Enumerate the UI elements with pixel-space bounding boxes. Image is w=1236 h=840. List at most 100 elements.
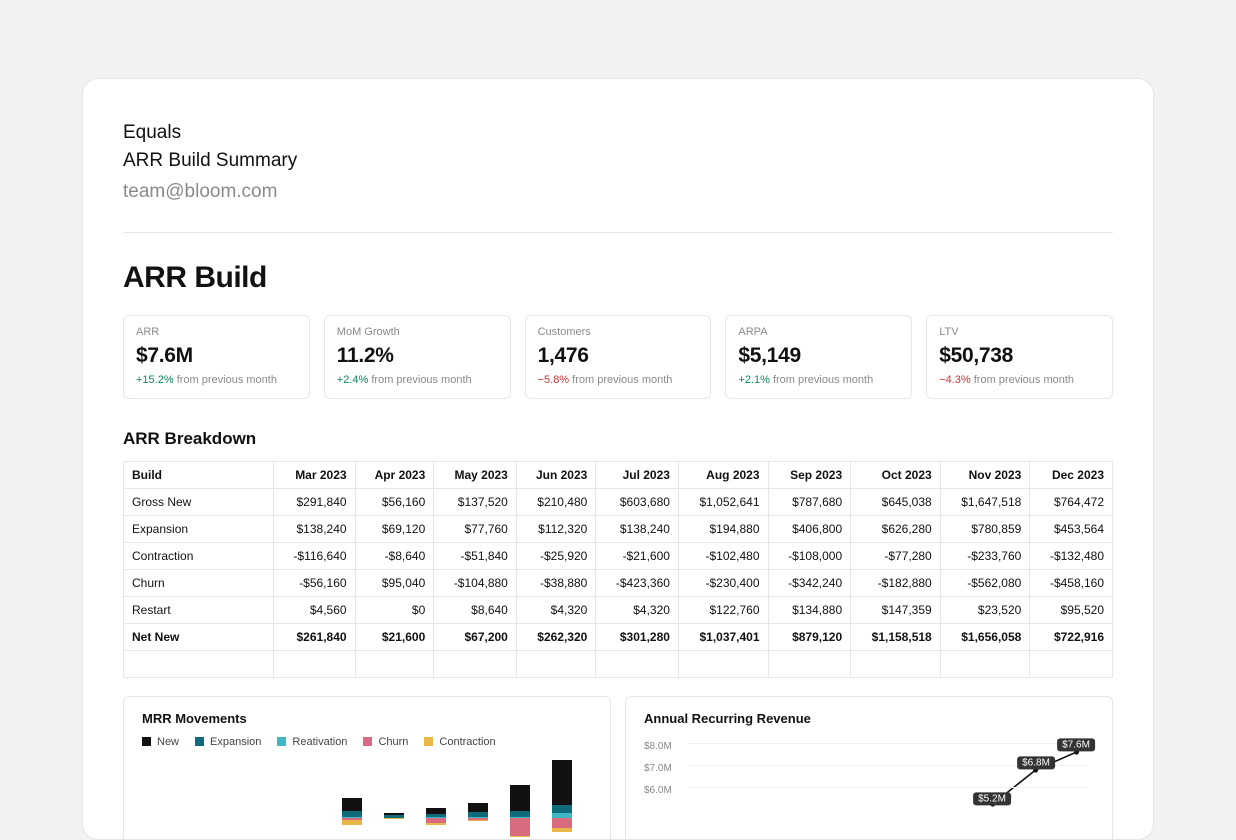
metric-card: LTV$50,738−4.3% from previous month: [926, 315, 1113, 399]
table-cell: $122,760: [678, 596, 768, 623]
metric-value: $5,149: [738, 344, 899, 368]
arr-line-svg: [688, 736, 1088, 826]
mrr-bar-column-neg: [510, 818, 530, 837]
table-cell: [124, 650, 274, 677]
metric-value: 11.2%: [337, 344, 498, 368]
table-cell: $780,859: [940, 515, 1030, 542]
mrr-segment: [342, 798, 362, 811]
mrr-segment: [552, 828, 572, 832]
table-header-cell: Aug 2023: [678, 461, 768, 488]
mrr-bar-column: [426, 808, 446, 818]
table-cell: [596, 650, 679, 677]
table-cell: $879,120: [768, 623, 851, 650]
table-cell: $138,240: [596, 515, 679, 542]
mrr-bar-column: [552, 760, 572, 818]
report-email: team@bloom.com: [123, 178, 1113, 206]
arr-tick: $6.0M: [644, 780, 672, 802]
legend-item-contraction: Contraction: [424, 736, 495, 748]
table-cell: -$230,400: [678, 569, 768, 596]
table-cell: $69,120: [355, 515, 434, 542]
legend-label: Churn: [378, 736, 408, 748]
table-cell: $147,359: [851, 596, 941, 623]
table-cell: $138,240: [274, 515, 356, 542]
table-cell: -$233,760: [940, 542, 1030, 569]
breakdown-title: ARR Breakdown: [123, 429, 1113, 449]
divider: [123, 232, 1113, 233]
table-cell: $1,647,518: [940, 488, 1030, 515]
table-cell: $1,037,401: [678, 623, 768, 650]
legend-item-churn: Churn: [363, 736, 408, 748]
mrr-segment: [342, 820, 362, 825]
metric-value: 1,476: [538, 344, 699, 368]
table-cell: $77,760: [434, 515, 517, 542]
metric-card: MoM Growth11.2%+2.4% from previous month: [324, 315, 511, 399]
legend-label: Expansion: [210, 736, 261, 748]
table-cell: $137,520: [434, 488, 517, 515]
table-cell: $1,052,641: [678, 488, 768, 515]
table-cell: $67,200: [434, 623, 517, 650]
table-cell: $134,880: [768, 596, 851, 623]
mrr-bar-column: [468, 803, 488, 818]
charts-row: MRR Movements New Expansion Reativation …: [123, 696, 1113, 840]
table-cell: $261,840: [274, 623, 356, 650]
table-cell: [851, 650, 941, 677]
arr-chart-card: Annual Recurring Revenue $8.0M $7.0M $6.…: [625, 696, 1113, 840]
table-cell: [768, 650, 851, 677]
metric-label: ARR: [136, 326, 297, 338]
table-cell: -$51,840: [434, 542, 517, 569]
legend-swatch-churn: [363, 737, 372, 746]
mrr-bar-column: [342, 798, 362, 818]
mrr-segment: [510, 836, 530, 837]
mrr-bar-column-neg: [342, 818, 362, 825]
table-cell: $4,320: [516, 596, 595, 623]
table-cell: -$423,360: [596, 569, 679, 596]
table-cell: $453,564: [1030, 515, 1113, 542]
legend-swatch-contraction: [424, 737, 433, 746]
table-header-row: BuildMar 2023Apr 2023May 2023Jun 2023Jul…: [124, 461, 1113, 488]
breakdown-table: BuildMar 2023Apr 2023May 2023Jun 2023Jul…: [123, 461, 1113, 678]
metric-delta: +15.2% from previous month: [136, 374, 297, 386]
table-header-cell: Nov 2023: [940, 461, 1030, 488]
table-row: Contraction-$116,640-$8,640-$51,840-$25,…: [124, 542, 1113, 569]
mrr-segment: [510, 818, 530, 836]
table-cell: [1030, 650, 1113, 677]
table-cell: Contraction: [124, 542, 274, 569]
arr-chart: $8.0M $7.0M $6.0M: [644, 736, 1094, 826]
legend-label: New: [157, 736, 179, 748]
table-cell: $1,158,518: [851, 623, 941, 650]
legend-label: Reativation: [292, 736, 347, 748]
table-cell: [940, 650, 1030, 677]
legend-swatch-expansion: [195, 737, 204, 746]
arr-plot: $5.2M $6.8M $7.6M: [688, 736, 1088, 826]
arr-tick: $7.0M: [644, 758, 672, 780]
legend-item-reactivation: Reativation: [277, 736, 347, 748]
table-cell: -$458,160: [1030, 569, 1113, 596]
table-cell: $4,320: [596, 596, 679, 623]
table-header-cell: May 2023: [434, 461, 517, 488]
arr-data-label: $7.6M: [1057, 738, 1095, 751]
arr-tick: $8.0M: [644, 736, 672, 758]
table-row: Expansion$138,240$69,120$77,760$112,320$…: [124, 515, 1113, 542]
table-row: Restart$4,560$0$8,640$4,320$4,320$122,76…: [124, 596, 1113, 623]
mrr-segment: [510, 785, 530, 811]
mrr-segment: [552, 805, 572, 813]
table-cell: [355, 650, 434, 677]
arr-y-ticks: $8.0M $7.0M $6.0M: [644, 736, 672, 802]
table-cell: -$132,480: [1030, 542, 1113, 569]
table-cell: $4,560: [274, 596, 356, 623]
table-cell: -$102,480: [678, 542, 768, 569]
table-cell: $603,680: [596, 488, 679, 515]
metric-card: ARPA$5,149+2.1% from previous month: [725, 315, 912, 399]
table-header-cell: Jun 2023: [516, 461, 595, 488]
table-cell: -$562,080: [940, 569, 1030, 596]
table-cell: $301,280: [596, 623, 679, 650]
metric-card: Customers1,476−5.8% from previous month: [525, 315, 712, 399]
legend-swatch-reactivation: [277, 737, 286, 746]
table-cell: -$56,160: [274, 569, 356, 596]
mrr-bar-column-neg: [552, 818, 572, 832]
mrr-bars: [142, 760, 592, 838]
metric-row: ARR$7.6M+15.2% from previous monthMoM Gr…: [123, 315, 1113, 399]
metric-delta: −5.8% from previous month: [538, 374, 699, 386]
metric-delta: +2.1% from previous month: [738, 374, 899, 386]
table-row: Gross New$291,840$56,160$137,520$210,480…: [124, 488, 1113, 515]
